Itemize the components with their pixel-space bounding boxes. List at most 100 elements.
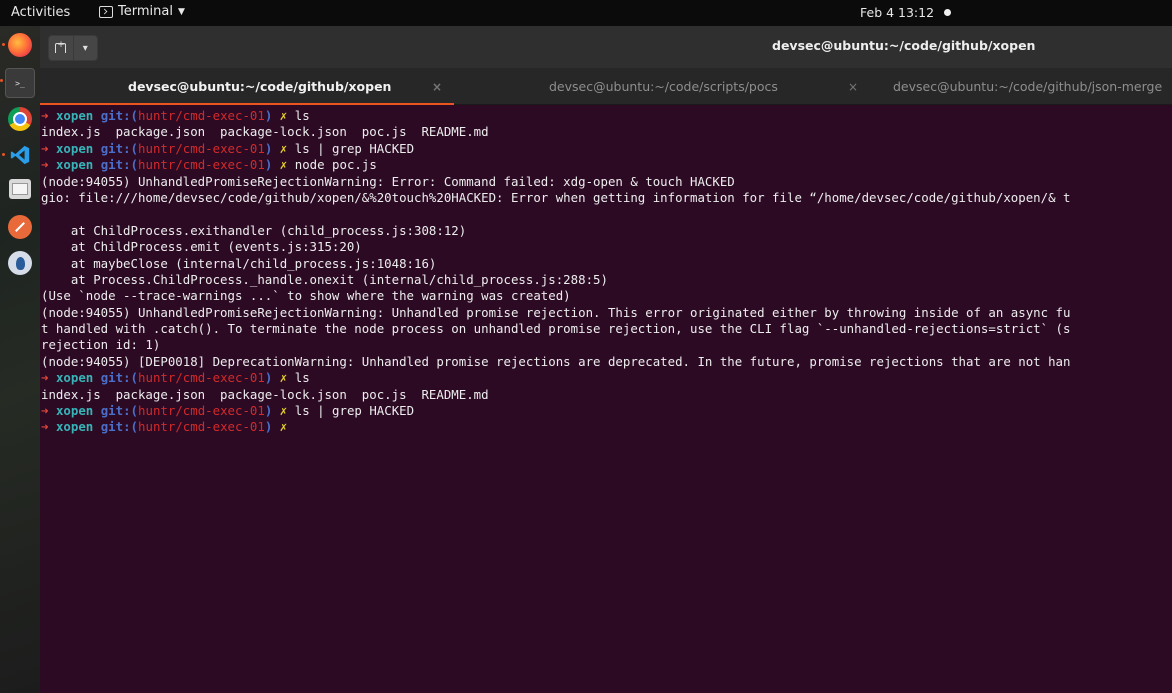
- prompt-git-label: ): [264, 157, 273, 173]
- dirty-mark-icon: ✗: [279, 419, 288, 435]
- output-line: t handled with .catch(). To terminate th…: [41, 321, 1172, 337]
- prompt-directory: xopen: [55, 140, 94, 156]
- prompt-arrow-icon: ➜: [41, 108, 49, 123]
- output-text: at ChildProcess.exithandler (child_proce…: [41, 222, 467, 238]
- dirty-mark-icon: ✗: [279, 140, 288, 156]
- terminal-app-icon: [99, 5, 113, 18]
- prompt-line: ➜ xopen git:(huntr/cmd-exec-01) ✗ ls | g…: [41, 141, 1172, 157]
- tab-xopen[interactable]: devsec@ubuntu:~/code/github/xopen ×: [40, 68, 454, 106]
- dirty-mark-icon: ✗: [279, 157, 288, 173]
- prompt-directory: xopen: [55, 108, 94, 123]
- prompt-branch: huntr/cmd-exec-01: [138, 157, 265, 173]
- tab-bar: devsec@ubuntu:~/code/github/xopen × devs…: [40, 68, 1172, 106]
- output-text: t handled with .catch(). To terminate th…: [41, 321, 1071, 337]
- prompt-arrow-icon: ➜: [41, 370, 49, 386]
- prompt-arrow-icon: ➜: [41, 157, 49, 173]
- prompt-git-label: ): [264, 370, 273, 386]
- output-text: (node:94055) UnhandledPromiseRejectionWa…: [41, 304, 1071, 320]
- close-icon[interactable]: ×: [848, 80, 858, 94]
- output-text: at maybeClose (internal/child_process.js…: [41, 255, 437, 271]
- prompt-directory: xopen: [55, 157, 94, 173]
- prompt-git-label: ): [264, 108, 273, 123]
- top-bar: Activities Terminal ▼ Feb 4 13:12: [0, 0, 1172, 26]
- tab-pocs[interactable]: devsec@ubuntu:~/code/scripts/pocs ×: [454, 68, 860, 105]
- new-tab-button[interactable]: ▾: [48, 35, 98, 61]
- notification-dot-icon: [944, 9, 951, 16]
- output-line: (Use `node --trace-warnings ...` to show…: [41, 288, 1172, 304]
- output-line: index.js package.json package-lock.json …: [41, 124, 1172, 140]
- app-menu-label: Terminal: [118, 4, 173, 19]
- dirty-mark-icon: ✗: [279, 108, 288, 123]
- prompt-git-label: ): [264, 140, 273, 156]
- command-text: node poc.js: [294, 157, 377, 173]
- activities-button[interactable]: Activities: [11, 5, 70, 20]
- command-text: ls: [294, 108, 310, 123]
- output-text: (Use `node --trace-warnings ...` to show…: [41, 288, 571, 304]
- output-line: at maybeClose (internal/child_process.js…: [41, 256, 1172, 272]
- output-line: (node:94055) UnhandledPromiseRejectionWa…: [41, 305, 1172, 321]
- prompt-git-label: ): [264, 419, 273, 435]
- command-text: ls | grep HACKED: [294, 140, 415, 156]
- tab-json-merge[interactable]: devsec@ubuntu:~/code/github/json-merge: [860, 68, 1172, 105]
- prompt-branch: huntr/cmd-exec-01: [138, 403, 265, 419]
- output-text: at Process.ChildProcess._handle.onexit (…: [41, 271, 608, 287]
- output-line: (node:94055) UnhandledPromiseRejectionWa…: [41, 174, 1172, 190]
- prompt-line: ➜ xopen git:(huntr/cmd-exec-01) ✗ ls: [41, 108, 1172, 124]
- prompt-git-label: ): [264, 403, 273, 419]
- output-text: (node:94055) UnhandledPromiseRejectionWa…: [41, 173, 735, 189]
- command-text: ls: [294, 370, 310, 386]
- chevron-down-icon: ▼: [177, 6, 185, 17]
- output-line: at ChildProcess.emit (events.js:315:20): [41, 239, 1172, 255]
- prompt-line: ➜ xopen git:(huntr/cmd-exec-01) ✗ ls: [41, 370, 1172, 386]
- vscode-icon[interactable]: [2, 143, 32, 167]
- firefox-icon[interactable]: [2, 33, 32, 57]
- tab-label: devsec@ubuntu:~/code/scripts/pocs: [549, 79, 778, 94]
- prompt-branch: huntr/cmd-exec-01: [138, 140, 265, 156]
- close-icon[interactable]: ×: [432, 80, 442, 94]
- prompt-git-label: git:(: [100, 403, 139, 419]
- prompt-branch: huntr/cmd-exec-01: [138, 419, 265, 435]
- prompt-git-label: git:(: [100, 370, 139, 386]
- chevron-down-icon[interactable]: ▾: [72, 36, 98, 60]
- output-line: rejection id: 1): [41, 337, 1172, 353]
- prompt-line: ➜ xopen git:(huntr/cmd-exec-01) ✗ node p…: [41, 157, 1172, 173]
- terminal-icon[interactable]: >_: [0, 68, 35, 98]
- app-menu[interactable]: Terminal ▼: [99, 4, 185, 19]
- prompt-line: ➜ xopen git:(huntr/cmd-exec-01) ✗: [41, 419, 1172, 435]
- output-text: index.js package.json package-lock.json …: [41, 124, 489, 140]
- prompt-directory: xopen: [55, 403, 94, 419]
- dirty-mark-icon: ✗: [279, 403, 288, 419]
- output-text: index.js package.json package-lock.json …: [41, 386, 489, 402]
- prompt-branch: huntr/cmd-exec-01: [138, 370, 265, 386]
- prompt-line: ➜ xopen git:(huntr/cmd-exec-01) ✗ ls | g…: [41, 403, 1172, 419]
- prompt-arrow-icon: ➜: [41, 140, 49, 156]
- files-icon[interactable]: [9, 179, 31, 199]
- prompt-directory: xopen: [55, 370, 94, 386]
- output-text: rejection id: 1): [41, 337, 161, 353]
- output-line: (node:94055) [DEP0018] DeprecationWarnin…: [41, 354, 1172, 370]
- burp-suite-icon[interactable]: [8, 215, 32, 239]
- output-line: index.js package.json package-lock.json …: [41, 387, 1172, 403]
- bird-app-icon[interactable]: [8, 251, 32, 275]
- window-header: ▾ devsec@ubuntu:~/code/github/xopen: [40, 26, 1172, 68]
- chrome-icon[interactable]: [8, 107, 32, 131]
- prompt-git-label: git:(: [100, 419, 139, 435]
- dock: >_: [0, 26, 40, 693]
- output-line: at ChildProcess.exithandler (child_proce…: [41, 223, 1172, 239]
- window-title: devsec@ubuntu:~/code/github/xopen: [772, 38, 1036, 53]
- output-line: at Process.ChildProcess._handle.onexit (…: [41, 272, 1172, 288]
- clock[interactable]: Feb 4 13:12: [860, 5, 934, 20]
- prompt-git-label: git:(: [100, 108, 139, 123]
- output-text: (node:94055) [DEP0018] DeprecationWarnin…: [41, 353, 1071, 369]
- prompt-git-label: git:(: [100, 157, 139, 173]
- terminal-output[interactable]: ➜ xopen git:(huntr/cmd-exec-01) ✗ ls inde…: [40, 105, 1172, 693]
- prompt-arrow-icon: ➜: [41, 403, 49, 419]
- command-text: ls | grep HACKED: [294, 403, 415, 419]
- prompt-git-label: git:(: [100, 140, 139, 156]
- tab-label: devsec@ubuntu:~/code/github/json-merge: [893, 79, 1163, 94]
- new-tab-icon[interactable]: [49, 36, 73, 60]
- output-text: at ChildProcess.emit (events.js:315:20): [41, 239, 362, 255]
- prompt-branch: huntr/cmd-exec-01: [138, 108, 265, 123]
- dirty-mark-icon: ✗: [279, 370, 288, 386]
